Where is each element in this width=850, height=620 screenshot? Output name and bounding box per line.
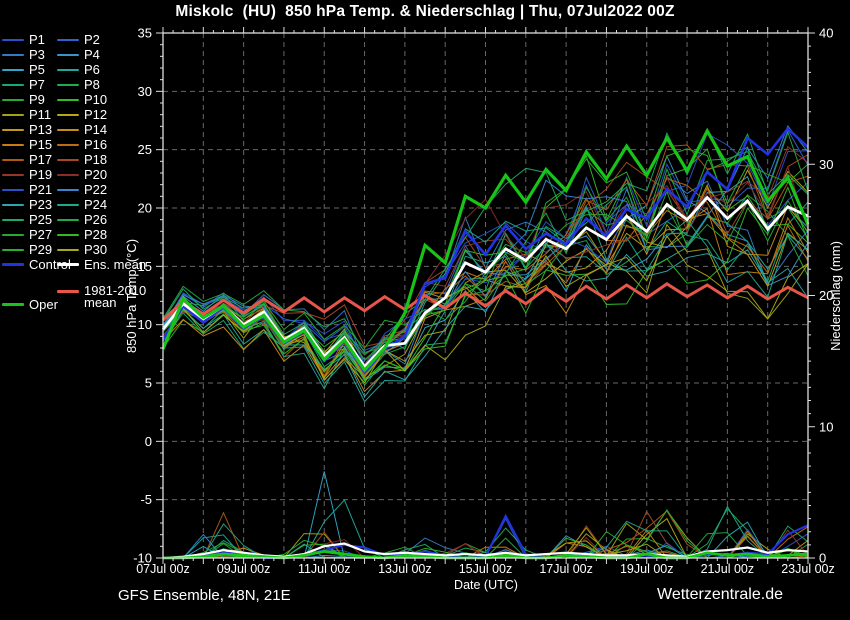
x-tick-label: 07Jul 00z [136, 562, 190, 576]
x-tick-label: 09Jul 00z [217, 562, 271, 576]
ensemble-member-temp-line-p10 [163, 149, 808, 380]
temp-tick-label: 20 [138, 201, 152, 216]
x-tick-label: 19Jul 00z [620, 562, 674, 576]
x-tick-label: 13Jul 00z [378, 562, 432, 576]
x-tick-label: 17Jul 00z [539, 562, 593, 576]
precip-tick-label: 40 [819, 26, 833, 41]
precip-tick-label: 30 [819, 157, 833, 172]
precip-tick-label: 20 [819, 288, 833, 303]
temp-tick-label: 0 [145, 434, 152, 449]
temp-tick-label: -5 [140, 492, 152, 507]
temp-tick-label: 10 [138, 317, 152, 332]
x-tick-label: 23Jul 00z [781, 562, 835, 576]
y-axis-left-title: 850 hPa Temp. (°C) [124, 239, 139, 353]
temp-tick-label: 5 [145, 376, 152, 391]
footer-site-credit: Wetterzentrale.de [657, 586, 783, 604]
temp-tick-label: 15 [138, 259, 152, 274]
precip-tick-label: 10 [819, 419, 833, 434]
x-tick-label: 11Jul 00z [298, 562, 351, 576]
meteogram-page: Miskolc (HU) 850 hPa Temp. & Niederschla… [0, 0, 850, 620]
x-tick-label: 15Jul 00z [459, 562, 513, 576]
temp-tick-label: 25 [138, 142, 152, 157]
temp-tick-label: 35 [138, 26, 152, 41]
temp-tick-label: 30 [138, 84, 152, 99]
x-axis-title: Date (UTC) [454, 578, 518, 592]
footer-model-info: GFS Ensemble, 48N, 21E [118, 587, 291, 604]
meteogram-chart: 850 hPa Temp. (°C) Niederschlag (mm) Dat… [0, 0, 850, 620]
x-tick-label: 21Jul 00z [701, 562, 755, 576]
